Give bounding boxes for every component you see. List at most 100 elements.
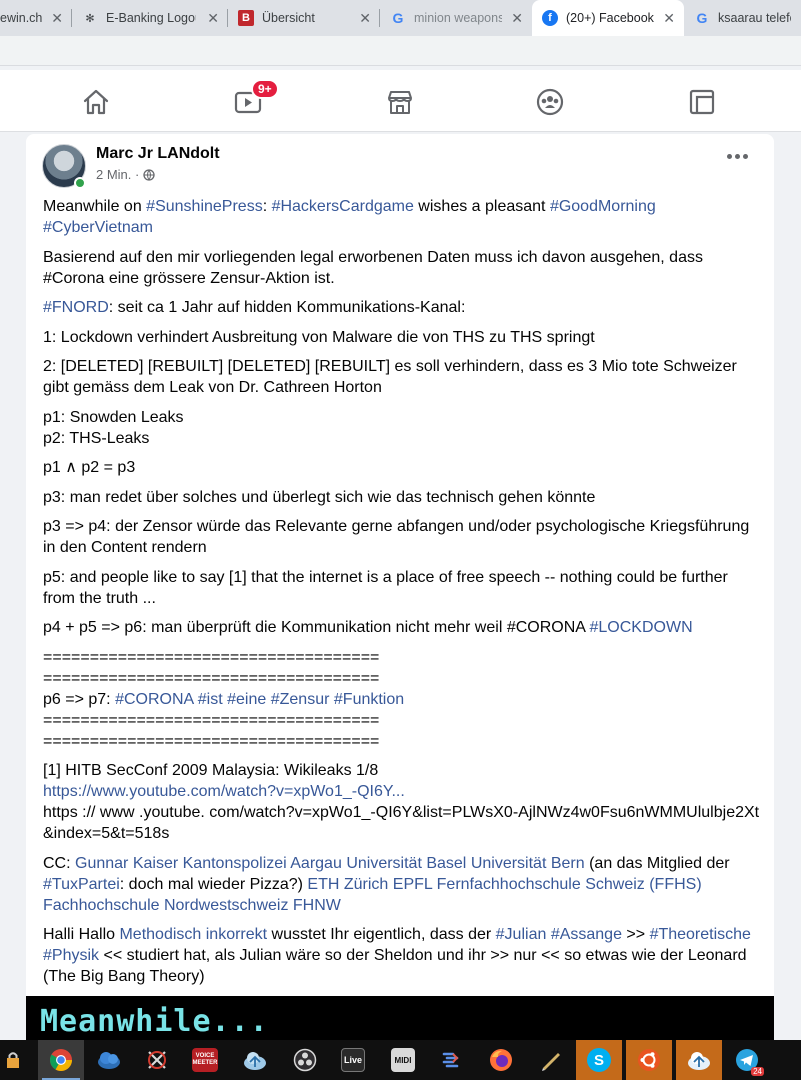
google-favicon-icon: G	[392, 10, 404, 26]
hashtag-link[interactable]: #Julian	[496, 926, 547, 943]
browser-tab[interactable]: B Übersicht ✕	[228, 0, 380, 36]
firefox-icon[interactable]	[478, 1040, 524, 1080]
close-icon[interactable]: ✕	[511, 10, 523, 27]
pen-icon[interactable]	[528, 1040, 574, 1080]
hashtag-link[interactable]: #CORONA	[115, 691, 193, 708]
post-paragraph: p4 + p5 => p6: man überprüft die Kommuni…	[43, 619, 693, 636]
hashtag-link[interactable]: #Funktion	[334, 691, 404, 708]
post-author[interactable]: Marc Jr LANdolt	[96, 145, 220, 163]
hashtag-link[interactable]: #GoodMorning	[550, 198, 656, 215]
cloud-drive-icon[interactable]	[232, 1040, 278, 1080]
post-paragraph: [1] HITB SecConf 2009 Malaysia: Wikileak…	[43, 762, 760, 842]
close-icon[interactable]: ✕	[663, 10, 675, 27]
hashtag-link[interactable]: #Zensur	[271, 691, 330, 708]
windows-taskbar: VOICE MEETER Live MIDI S 24	[0, 1040, 801, 1080]
home-icon[interactable]	[79, 85, 113, 119]
post-image[interactable]: Meanwhile...	[26, 996, 774, 1040]
post-meta: 2 Min. ·	[96, 167, 155, 182]
groups-icon[interactable]	[533, 85, 567, 119]
voicemeeter-icon[interactable]: VOICE MEETER	[182, 1040, 228, 1080]
mention-link[interactable]: Fernfachhochschule Schweiz (FFHS)	[437, 876, 702, 893]
post-paragraph: p5: and people like to say [1] that the …	[43, 568, 728, 607]
mention-link[interactable]: Kantonspolizei Aargau	[183, 855, 342, 872]
telegram-icon[interactable]: 24	[724, 1040, 770, 1080]
post-paragraph: Meanwhile on #SunshinePress: #HackersCar…	[43, 198, 656, 236]
tab-title: Übersicht	[262, 11, 315, 25]
midi-icon[interactable]: MIDI	[380, 1040, 426, 1080]
post-paragraph: p3 => p4: der Zensor würde das Relevante…	[43, 518, 750, 556]
hashtag-link[interactable]: #eine	[227, 691, 266, 708]
mention-link[interactable]: Universität Bern	[471, 855, 585, 872]
post-paragraph: p2: THS-Leaks	[43, 429, 150, 447]
tab-title: (20+) Facebook	[566, 11, 654, 25]
hashtag-link[interactable]: #CyberVietnam	[43, 219, 153, 236]
tab-title: ewin.ch	[0, 11, 43, 25]
hashtag-link[interactable]: #SunshinePress	[146, 198, 263, 215]
gaming-icon[interactable]	[685, 85, 719, 119]
mention-link[interactable]: Universität Basel	[346, 855, 466, 872]
telegram-badge: 24	[751, 1067, 764, 1076]
youtube-link[interactable]: https://www.youtube.com/watch?v=xpWo1_-Q…	[43, 783, 405, 800]
watch-icon[interactable]: 9+	[231, 79, 279, 119]
obs-icon[interactable]	[282, 1040, 328, 1080]
post-paragraph: Basierend auf den mir vorliegenden legal…	[43, 248, 703, 287]
browser-toolbar	[0, 36, 801, 66]
close-icon[interactable]: ✕	[51, 10, 63, 27]
bank-favicon-icon: ✻	[85, 12, 95, 25]
mention-link[interactable]: ETH Zürich	[307, 876, 388, 893]
hashtag-link[interactable]: #Assange	[551, 926, 622, 943]
scrcpy-icon[interactable]	[428, 1040, 474, 1080]
browser-tab-active[interactable]: f (20+) Facebook ✕	[532, 0, 684, 36]
close-icon[interactable]: ✕	[207, 10, 219, 27]
hashtag-link[interactable]: #LOCKDOWN	[590, 619, 693, 636]
mention-link[interactable]: Gunnar Kaiser	[75, 855, 178, 872]
hashtag-link[interactable]: #TuxPartei	[43, 876, 120, 893]
browser-tab-strip: ewin.ch ✕ ✻ E-Banking Logout ✕ B Übersic…	[0, 0, 801, 36]
tab-title: ksaarau telefon	[718, 11, 791, 25]
separator-line: ====================================	[43, 648, 380, 666]
google-favicon-icon: G	[696, 10, 708, 26]
browser-tab[interactable]: ewin.ch ✕	[0, 0, 72, 36]
facebook-favicon-icon: f	[542, 10, 558, 26]
separator-line: ====================================	[43, 732, 380, 750]
hashtag-link[interactable]: #ist	[198, 691, 223, 708]
ubuntu-icon[interactable]	[626, 1040, 672, 1080]
post-paragraph: 1: Lockdown verhindert Ausbreitung von M…	[43, 328, 595, 346]
lock-icon[interactable]	[0, 1040, 26, 1080]
cloud-app-icon[interactable]	[676, 1040, 722, 1080]
mention-link[interactable]: EPFL	[393, 876, 432, 893]
post-paragraph: p3: man redet über solches und überlegt …	[43, 488, 596, 506]
close-icon[interactable]: ✕	[359, 10, 371, 27]
hashtag-link[interactable]: #HackersCardgame	[272, 198, 414, 215]
skype-icon[interactable]: S	[576, 1040, 622, 1080]
post-paragraph: p1: Snowden Leaks	[43, 408, 184, 426]
hashtag-link[interactable]: #FNORD	[43, 299, 109, 316]
post-image-text: Meanwhile...	[40, 1004, 269, 1039]
tab-title: minion weapons	[414, 11, 502, 25]
mention-link[interactable]: Methodisch inkorrekt	[119, 926, 267, 943]
separator-line: ====================================	[43, 669, 380, 687]
notification-badge: 9+	[251, 79, 279, 99]
post-card: Marc Jr LANdolt 2 Min. · Meanwhile on #S…	[26, 134, 774, 1040]
hashtag-link[interactable]: #Physik	[43, 947, 99, 964]
marketplace-icon[interactable]	[383, 85, 417, 119]
hashtag-link[interactable]: #Theoretische	[650, 926, 751, 943]
post-paragraph: CC: Gunnar Kaiser Kantonspolizei Aargau …	[43, 854, 730, 914]
browser-tab[interactable]: ✻ E-Banking Logout ✕	[72, 0, 228, 36]
live-icon[interactable]: Live	[330, 1040, 376, 1080]
online-status-icon	[74, 177, 86, 189]
post-paragraph: 2: [DELETED] [REBUILT] [DELETED] [REBUIL…	[43, 358, 737, 396]
globe-icon	[143, 168, 155, 181]
browser-tab[interactable]: G ksaarau telefon	[684, 0, 801, 36]
b-favicon-icon: B	[238, 10, 254, 26]
post-paragraph: Halli Hallo Methodisch inkorrekt wusstet…	[43, 926, 751, 985]
post-paragraph: p1 ∧ p2 = p3	[43, 459, 136, 476]
tools-icon[interactable]	[134, 1040, 180, 1080]
post-time[interactable]: 2 Min. ·	[96, 167, 139, 182]
chrome-icon[interactable]	[38, 1040, 84, 1080]
mention-link[interactable]: Fachhochschule Nordwestschweiz FHNW	[43, 897, 341, 914]
post-paragraph: p6 => p7: #CORONA #ist #eine #Zensur #Fu…	[43, 690, 405, 708]
browser-tab[interactable]: G minion weapons ✕	[380, 0, 532, 36]
cloud-icon[interactable]	[86, 1040, 132, 1080]
more-options-icon[interactable]	[727, 154, 748, 159]
